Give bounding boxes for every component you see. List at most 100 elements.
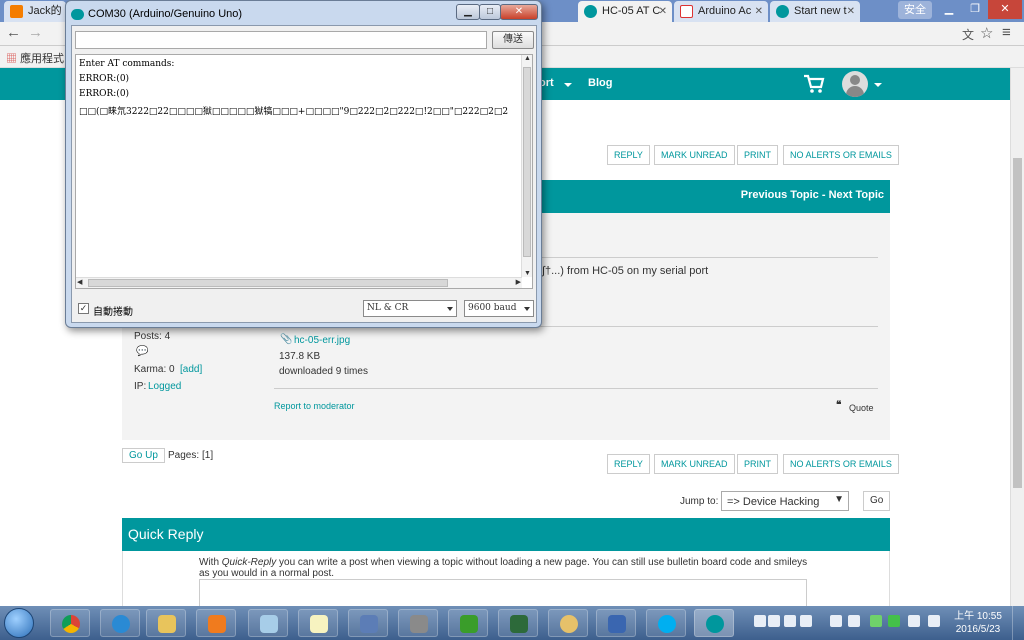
tab-title: HC-05 AT C xyxy=(602,5,661,17)
star-icon[interactable]: ☆ xyxy=(980,24,993,42)
taskbar-arduino[interactable] xyxy=(694,609,734,637)
tray-green-icon[interactable] xyxy=(888,615,900,627)
translate-icon[interactable]: 文 xyxy=(962,26,974,43)
quote-button[interactable]: Quote xyxy=(849,403,874,413)
taskbar-skype[interactable] xyxy=(646,609,686,637)
arduino-icon xyxy=(71,9,84,20)
keyboard-icon[interactable] xyxy=(784,615,796,627)
taskbar-media[interactable] xyxy=(196,609,236,637)
taskbar-notepad[interactable] xyxy=(298,609,338,637)
taskbar-app[interactable] xyxy=(248,609,288,637)
nav-blog[interactable]: Blog xyxy=(588,77,612,89)
taskbar-ie[interactable] xyxy=(100,609,140,637)
poster-ip-value[interactable]: Logged xyxy=(148,381,181,392)
ime-icon[interactable] xyxy=(754,615,766,627)
font-icon[interactable] xyxy=(768,615,780,627)
taskbar-network[interactable] xyxy=(348,609,388,637)
baud-select[interactable]: 9600 baud xyxy=(464,300,534,317)
cart-icon[interactable] xyxy=(803,74,825,94)
print-button[interactable]: PRINT xyxy=(737,454,778,474)
serial-horizontal-scrollbar[interactable]: ◀ ▶ xyxy=(76,277,522,288)
minimize-icon[interactable]: ▁ xyxy=(936,0,962,19)
tab-hc05[interactable]: HC-05 AT C ✕ xyxy=(578,1,672,22)
quick-reply-description: With Quick-Reply you can write a post wh… xyxy=(199,557,808,579)
chevron-right-icon[interactable]: ▶ xyxy=(516,278,521,286)
reply-button[interactable]: REPLY xyxy=(607,145,650,165)
poster-karma: Karma: 0 xyxy=(134,364,175,375)
apps-label: 應用程式 xyxy=(20,53,65,65)
serial-send-input[interactable] xyxy=(75,31,487,49)
go-up-button[interactable]: Go Up xyxy=(122,448,165,463)
tab-start-new[interactable]: Start new t ✕ xyxy=(770,1,860,22)
help-icon[interactable] xyxy=(848,615,860,627)
scroll-thumb[interactable] xyxy=(1013,158,1022,488)
minimize-icon[interactable]: ▁ xyxy=(456,4,480,20)
close-window-icon[interactable]: ✕ xyxy=(500,4,538,20)
taskbar-terminal[interactable] xyxy=(498,609,538,637)
taskbar-paint[interactable] xyxy=(548,609,588,637)
mark-unread-button[interactable]: MARK UNREAD xyxy=(654,145,735,165)
quick-reply-textarea[interactable] xyxy=(199,579,807,606)
forward-icon[interactable]: → xyxy=(28,24,43,41)
tab-blog[interactable]: Jack的 xyxy=(4,1,66,22)
maximize-icon[interactable]: □ xyxy=(479,4,501,20)
scroll-thumb[interactable] xyxy=(523,67,531,257)
close-window-icon[interactable]: ✕ xyxy=(988,0,1022,19)
restore-icon[interactable]: ❐ xyxy=(962,0,988,19)
tab-arduino-ac[interactable]: Arduino Ac ✕ xyxy=(674,1,768,22)
karma-add-link[interactable]: [add] xyxy=(180,364,202,375)
mark-unread-button[interactable]: MARK UNREAD xyxy=(654,454,735,474)
send-button[interactable]: 傳送 xyxy=(492,31,534,49)
prev-next-topic-link[interactable]: Previous Topic - Next Topic xyxy=(741,189,884,201)
avatar[interactable] xyxy=(842,71,868,97)
tray-network-icon[interactable] xyxy=(908,615,920,627)
tray-arrows-icon[interactable] xyxy=(870,615,882,627)
taskbar-circuit[interactable] xyxy=(448,609,488,637)
close-icon[interactable]: ✕ xyxy=(659,1,667,22)
show-desktop-button[interactable] xyxy=(1012,606,1024,640)
taskbar-printer[interactable] xyxy=(398,609,438,637)
pages-value[interactable]: [1] xyxy=(202,450,213,461)
arduino-icon xyxy=(776,5,789,18)
start-button[interactable] xyxy=(4,608,34,638)
chevron-down-icon[interactable] xyxy=(874,83,882,87)
apps-shortcut[interactable]: ▦ 應用程式 xyxy=(6,50,64,66)
post-body: ∫†...) from HC-05 on my serial port xyxy=(542,265,709,277)
system-clock[interactable]: 上午 10:55 2016/5/23 xyxy=(950,610,1006,636)
close-icon[interactable]: ✕ xyxy=(847,1,855,22)
tab-title: Jack的 xyxy=(28,5,62,17)
taskbar-satellite[interactable] xyxy=(596,609,636,637)
user-badge[interactable]: 安全 xyxy=(898,1,932,19)
page-scrollbar[interactable] xyxy=(1010,68,1024,606)
serial-vertical-scrollbar[interactable]: ▲ ▼ xyxy=(521,55,532,277)
tray-app-icon[interactable] xyxy=(830,615,842,627)
scroll-thumb[interactable] xyxy=(88,279,448,287)
report-moderator-link[interactable]: Report to moderator xyxy=(274,401,355,411)
serial-monitor-body: 傳送 Enter AT commands: ERROR:(0) ERROR:(0… xyxy=(71,25,537,323)
no-alerts-button[interactable]: NO ALERTS OR EMAILS xyxy=(783,145,899,165)
taskbar-chrome[interactable] xyxy=(50,609,90,637)
tray-window-icon[interactable] xyxy=(800,615,812,627)
serial-monitor-title: COM30 (Arduino/Genuino Uno) xyxy=(88,8,243,20)
chevron-down-icon[interactable]: ▼ xyxy=(524,270,531,277)
gmail-icon xyxy=(680,5,693,18)
autoscroll-checkbox[interactable]: ✓ xyxy=(78,303,89,314)
jump-to-select[interactable]: => Device Hacking ▼ xyxy=(721,491,849,511)
menu-icon[interactable]: ≡ xyxy=(1002,24,1011,41)
chevron-left-icon[interactable]: ◀ xyxy=(77,278,82,286)
chevron-up-icon[interactable]: ▲ xyxy=(524,55,531,62)
line-ending-select[interactable]: NL & CR xyxy=(363,300,457,317)
media-player-icon xyxy=(208,615,226,633)
back-icon[interactable]: ← xyxy=(6,24,21,41)
print-button[interactable]: PRINT xyxy=(737,145,778,165)
volume-icon[interactable] xyxy=(928,615,940,627)
no-alerts-button[interactable]: NO ALERTS OR EMAILS xyxy=(783,454,899,474)
close-icon[interactable]: ✕ xyxy=(755,1,763,22)
taskbar-explorer[interactable] xyxy=(146,609,186,637)
arduino-icon xyxy=(706,615,724,633)
attachment-link[interactable]: hc-05-err.jpg xyxy=(294,335,350,346)
go-button[interactable]: Go xyxy=(863,491,891,511)
reply-button[interactable]: REPLY xyxy=(607,454,650,474)
speech-bubble-icon[interactable]: 💬 xyxy=(136,346,148,357)
notepad-icon xyxy=(310,615,328,633)
